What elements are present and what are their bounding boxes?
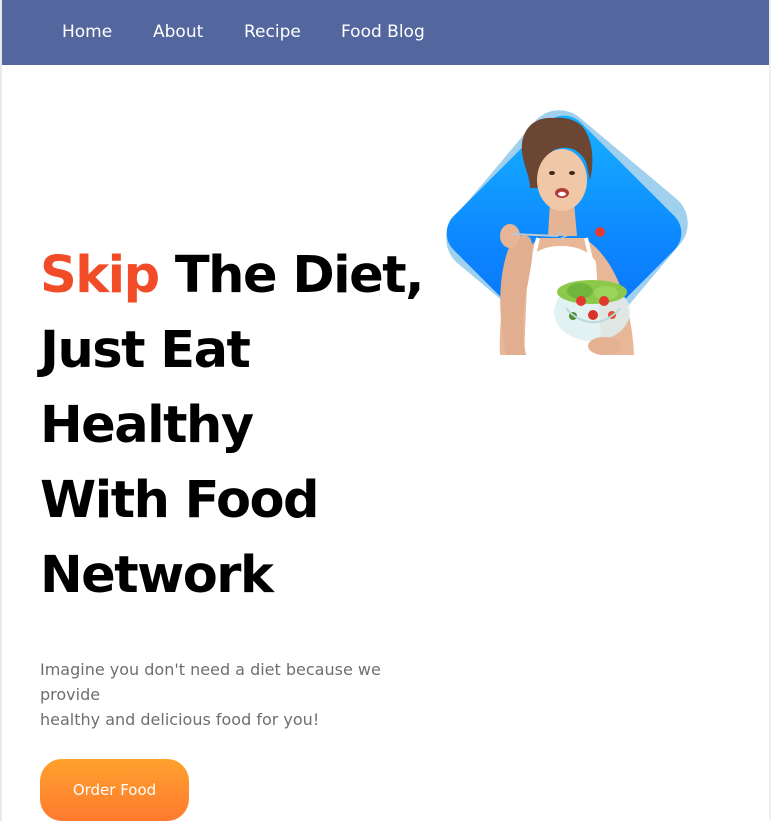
nav-about-link[interactable]: About <box>153 20 203 44</box>
nav-food-blog-link[interactable]: Food Blog <box>341 20 425 44</box>
hero-title-line-2: Just Eat <box>40 321 251 380</box>
hero-title: Skip The Diet, Just Eat Healthy With Foo… <box>40 238 425 613</box>
hero-title-line-4: With Food <box>40 471 320 530</box>
page: Home About Recipe Food Blog Skip The Die… <box>0 0 771 821</box>
order-food-button[interactable]: Order Food <box>40 759 189 821</box>
hero-image <box>433 97 701 365</box>
hero-title-line-1-rest: The Diet, <box>158 246 425 305</box>
left-border <box>0 0 2 821</box>
hero-title-line-5: Network <box>40 546 274 605</box>
hero-subtitle: Imagine you don't need a diet because we… <box>40 657 410 732</box>
woman-eating-salad-image <box>499 117 634 355</box>
hero-title-accent: Skip <box>40 246 160 305</box>
navbar: Home About Recipe Food Blog <box>2 0 769 65</box>
hero-subtitle-line-2: healthy and delicious food for you! <box>40 710 320 729</box>
hero-subtitle-line-1: Imagine you don't need a diet because we… <box>40 660 381 704</box>
hero-title-line-1: Skip The Diet, <box>40 238 425 313</box>
nav-home-link[interactable]: Home <box>62 20 112 44</box>
nav-recipe-link[interactable]: Recipe <box>244 20 301 44</box>
hero-title-line-3: Healthy <box>40 396 254 455</box>
